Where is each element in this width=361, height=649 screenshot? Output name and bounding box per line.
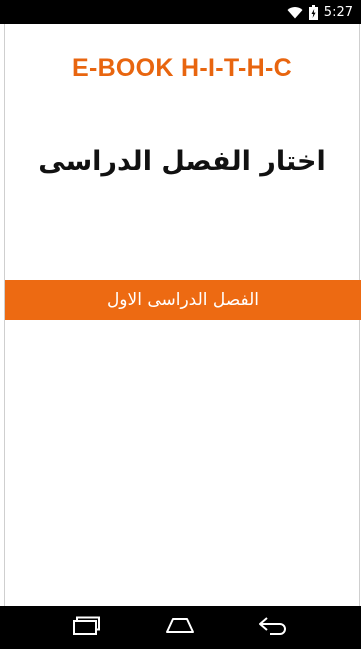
app-content: E-BOOK H-I-T-H-C اختار الفصل الدراسى الف… bbox=[4, 24, 361, 606]
navigation-bar bbox=[0, 606, 361, 649]
app-title: E-BOOK H-I-T-H-C bbox=[71, 54, 293, 82]
home-icon bbox=[165, 617, 195, 639]
status-time: 5:27 bbox=[323, 4, 353, 20]
wifi-icon bbox=[287, 6, 303, 19]
battery-icon bbox=[308, 4, 318, 20]
recent-apps-button[interactable] bbox=[63, 608, 111, 648]
status-bar: 5:27 bbox=[0, 0, 361, 24]
first-semester-button[interactable]: الفصل الدراسى الاول bbox=[5, 280, 361, 320]
recent-apps-icon bbox=[72, 616, 102, 640]
home-button[interactable] bbox=[156, 608, 204, 648]
back-button[interactable] bbox=[250, 608, 298, 648]
back-icon bbox=[258, 616, 290, 640]
choose-semester-heading: اختار الفصل الدراسى bbox=[38, 146, 326, 177]
